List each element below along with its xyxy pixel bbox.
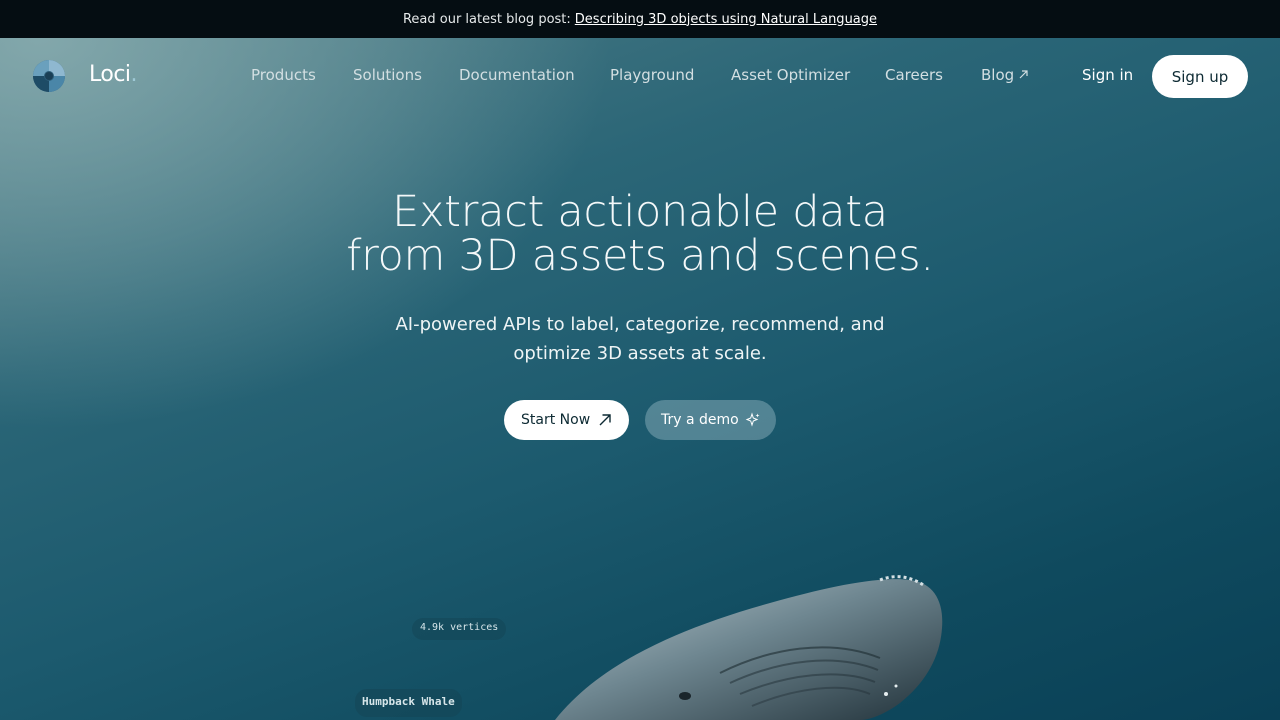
headline-line-1: Extract actionable data (392, 187, 888, 237)
nav-solutions[interactable]: Solutions (353, 66, 422, 84)
sign-in-link[interactable]: Sign in (1082, 66, 1133, 84)
announcement-link[interactable]: Describing 3D objects using Natural Lang… (575, 12, 877, 27)
start-now-button[interactable]: Start Now (504, 400, 629, 440)
announcement-bar: Read our latest blog post: Describing 3D… (0, 0, 1280, 38)
nav-asset-optimizer[interactable]: Asset Optimizer (731, 66, 850, 84)
start-now-label: Start Now (521, 412, 591, 428)
external-arrow-icon (1019, 70, 1028, 79)
top-nav: Loci. Products Solutions Documentation P… (0, 38, 1280, 114)
nav-careers[interactable]: Careers (885, 66, 943, 84)
try-demo-button[interactable]: Try a demo (645, 400, 776, 440)
arrow-up-right-icon (599, 414, 611, 426)
vertices-tag: 4.9k vertices (412, 618, 507, 640)
try-demo-label: Try a demo (661, 412, 739, 428)
announcement-prefix: Read our latest blog post: (402, 11, 571, 27)
nav-blog-label: Blog (981, 66, 1015, 84)
model-label-tag: Humpback Whale (355, 689, 462, 717)
nav-playground[interactable]: Playground (610, 66, 694, 84)
subtitle-line-2: optimize 3D assets at scale. (513, 343, 767, 364)
subtitle-line-1: AI-powered APIs to label, categorize, re… (395, 314, 885, 335)
nav-products[interactable]: Products (251, 66, 316, 84)
brand-name[interactable]: Loci. (89, 62, 138, 87)
headline-line-2: from 3D assets and scenes. (346, 231, 934, 281)
nav-documentation[interactable]: Documentation (459, 66, 575, 84)
hero-subtitle: AI-powered APIs to label, categorize, re… (0, 310, 1280, 368)
nav-blog[interactable]: Blog (981, 66, 1029, 84)
brand-text: Loci (89, 62, 131, 87)
sparkle-icon (745, 412, 760, 427)
sign-up-button[interactable]: Sign up (1152, 55, 1248, 98)
brand-dot: . (130, 62, 138, 87)
loci-logo-icon[interactable] (32, 59, 66, 93)
hero-headline: Extract actionable data from 3D assets a… (0, 190, 1280, 278)
humpback-whale-model[interactable] (540, 568, 950, 720)
hero-section: Loci. Products Solutions Documentation P… (0, 38, 1280, 720)
